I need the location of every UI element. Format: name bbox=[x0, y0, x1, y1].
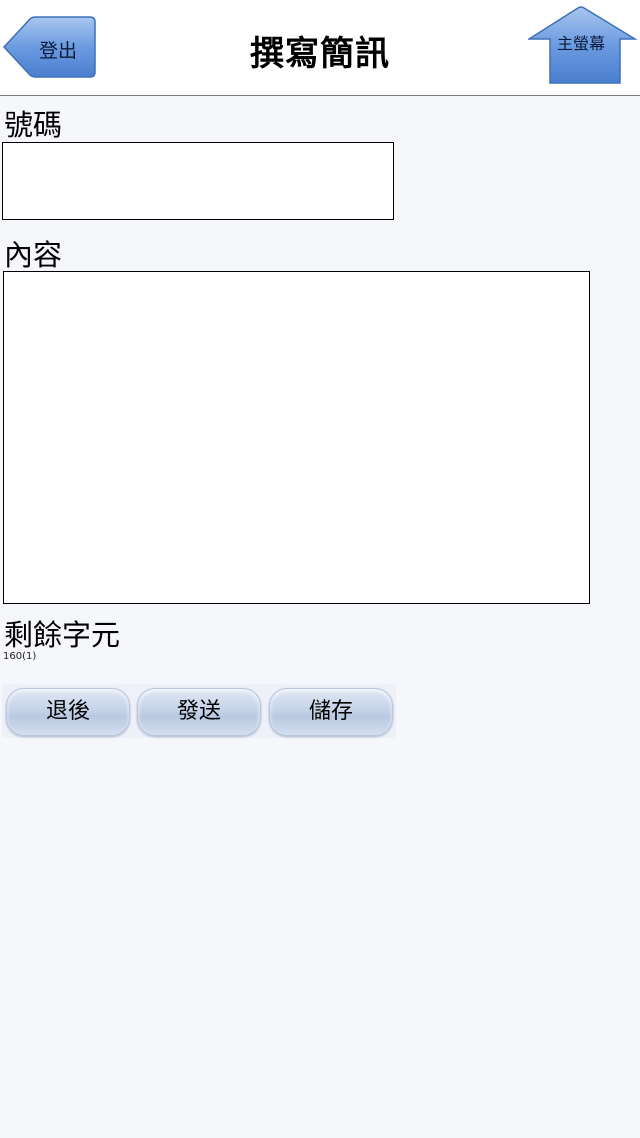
remaining-characters-label: 剩餘字元 bbox=[4, 618, 121, 652]
send-button[interactable]: 發送 bbox=[137, 688, 261, 736]
home-screen-button[interactable]: 主螢幕 bbox=[528, 6, 638, 86]
message-content-input[interactable] bbox=[3, 271, 590, 604]
back-button[interactable]: 退後 bbox=[6, 688, 130, 736]
save-button[interactable]: 儲存 bbox=[269, 688, 393, 736]
phone-number-label: 號碼 bbox=[4, 108, 63, 142]
header-bar: 登出 撰寫簡訊 主螢幕 bbox=[0, 0, 640, 96]
phone-number-input[interactable] bbox=[2, 142, 394, 220]
content-label: 內容 bbox=[4, 238, 63, 272]
home-screen-label: 主螢幕 bbox=[556, 34, 605, 53]
remaining-characters-count: 160(1) bbox=[3, 651, 37, 662]
action-button-row: 退後 發送 儲存 bbox=[2, 684, 396, 738]
